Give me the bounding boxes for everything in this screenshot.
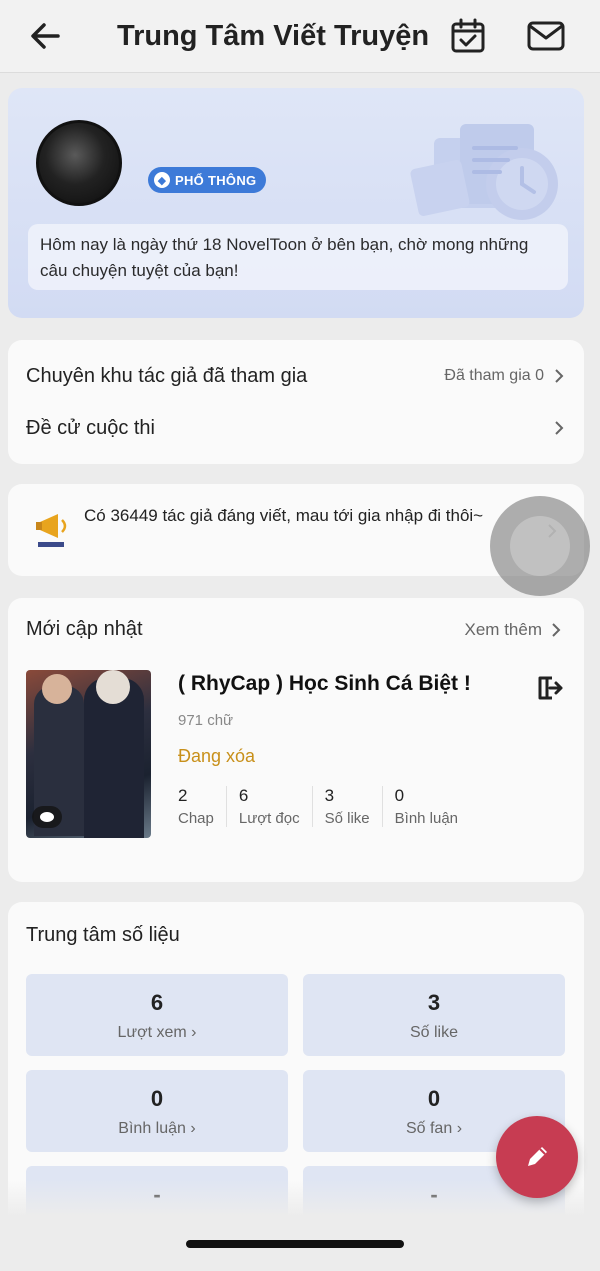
arrow-left-icon — [31, 23, 60, 49]
stat-label: Số like — [324, 810, 370, 827]
stat-chapters: 2 Chap — [178, 786, 227, 827]
tile-value: 3 — [427, 990, 441, 1015]
word-count: 971 chữ — [178, 712, 234, 729]
back-button[interactable] — [26, 18, 66, 54]
tile-label: Bình luận › — [26, 1120, 288, 1138]
tile-label-text: Lượt xem — [117, 1024, 187, 1041]
assistive-touch-inner — [510, 516, 570, 576]
joined-zones-count: Đã tham gia 0 — [444, 367, 544, 384]
tile-value: 0 — [150, 1086, 164, 1111]
data-center-title: Trung tâm số liệu — [26, 924, 180, 946]
tile-value: 0 — [427, 1086, 441, 1111]
stat-value: 6 — [238, 786, 249, 805]
chevron-right-icon: › — [191, 1024, 197, 1041]
tile-likes[interactable]: 3 Số like — [303, 974, 565, 1056]
tile-views[interactable]: 6 Lượt xem › — [26, 974, 288, 1056]
avatar[interactable] — [36, 120, 122, 206]
book-status: Đang xóa — [178, 746, 256, 766]
joined-zones-label: Chuyên khu tác giả đã tham gia — [26, 364, 308, 387]
tile-label-text: Số fan — [405, 1120, 453, 1137]
greeting-message: Hôm nay là ngày thứ 18 NovelToon ở bên b… — [28, 224, 568, 290]
cover-figure — [96, 670, 130, 704]
megaphone-icon — [36, 514, 67, 547]
top-bar: Trung Tâm Viết Truyện — [0, 0, 600, 73]
badge-label: PHỔ THÔNG — [175, 172, 257, 188]
contest-nomination-label: Đề cử cuộc thi — [26, 416, 155, 439]
pencil-icon — [528, 1147, 547, 1166]
stat-reads: 6 Lượt đọc — [239, 786, 313, 827]
writing-illustration — [410, 124, 558, 220]
page-title: Trung Tâm Viết Truyện — [116, 20, 430, 52]
tile-label: Số like — [409, 1024, 459, 1041]
book-stats: 2 Chap 6 Lượt đọc 3 Số like 0 Bình luận — [178, 786, 482, 827]
see-more-link[interactable]: Xem thêm — [465, 620, 562, 640]
tile-value: 6 — [150, 990, 164, 1015]
calendar-check-icon — [451, 18, 485, 53]
stat-label: Lượt đọc — [238, 810, 300, 827]
tile-label-text: Bình luận — [118, 1120, 186, 1137]
bottom-fade — [0, 1180, 600, 1271]
assistive-touch-button[interactable] — [490, 496, 590, 596]
author-menu-card: Chuyên khu tác giả đã tham gia Đã tham g… — [8, 340, 584, 464]
see-more-label: Xem thêm — [464, 620, 542, 639]
stat-label: Chap — [178, 810, 214, 827]
stat-value: 2 — [178, 786, 188, 805]
mail-button[interactable] — [524, 16, 568, 56]
level-badge[interactable]: ◆ PHỔ THÔNG — [148, 167, 267, 193]
stat-comments: 0 Bình luận — [395, 786, 470, 827]
calendar-button[interactable] — [448, 16, 488, 56]
stat-label: Bình luận — [394, 810, 459, 827]
chat-bubble-icon — [32, 806, 62, 828]
cover-figure — [42, 674, 72, 704]
promo-text: Có 36449 tác giả đáng viết, mau tới gia … — [84, 506, 484, 525]
chevron-right-icon: › — [456, 1120, 463, 1137]
write-fab-button[interactable] — [496, 1116, 578, 1198]
chevron-right-icon — [555, 369, 564, 383]
stat-likes: 3 Số like — [325, 786, 383, 827]
tile-comments[interactable]: 0 Bình luận › — [26, 1070, 288, 1152]
stat-value: 0 — [394, 786, 405, 805]
book-cover[interactable] — [26, 670, 151, 838]
book-title[interactable]: ( RhyCap ) Học Sinh Cá Biệt ! — [178, 672, 471, 696]
recent-updates-title: Mới cập nhật — [26, 618, 143, 640]
recent-updates-card: Mới cập nhật Xem thêm ( RhyCap ) Học Sin… — [8, 598, 584, 882]
home-indicator — [186, 1240, 404, 1248]
mail-icon — [527, 21, 565, 51]
drop-icon: ◆ — [154, 172, 170, 188]
joined-zones-row[interactable]: Chuyên khu tác giả đã tham gia Đã tham g… — [26, 356, 566, 396]
stat-value: 3 — [324, 786, 335, 805]
tile-label: Lượt xem › — [26, 1024, 288, 1042]
chevron-right-icon: › — [190, 1120, 196, 1137]
profile-card: ◆ PHỔ THÔNG Hôm nay là ngày thứ 18 Novel… — [8, 88, 584, 318]
chevron-right-icon — [555, 421, 564, 435]
chevron-right-icon — [552, 623, 561, 637]
contest-nomination-row[interactable]: Đề cử cuộc thi — [26, 408, 566, 448]
exit-icon[interactable] — [532, 672, 564, 704]
